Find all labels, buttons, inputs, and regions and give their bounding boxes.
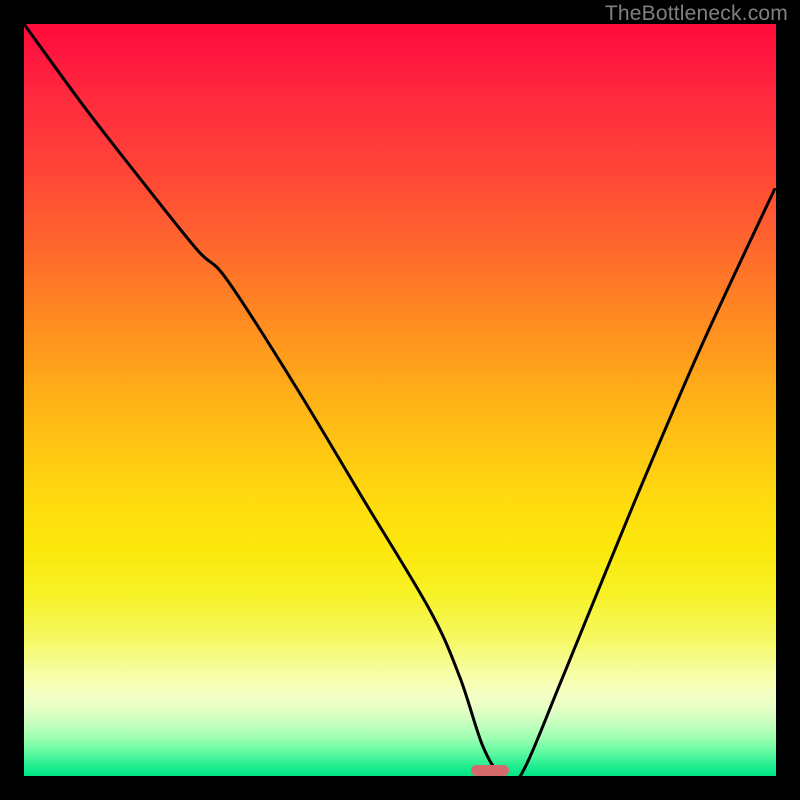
watermark-text: TheBottleneck.com bbox=[605, 2, 788, 26]
chart-frame: TheBottleneck.com bbox=[0, 0, 800, 800]
line-curve-svg bbox=[24, 24, 776, 776]
plot-area bbox=[24, 24, 776, 776]
bottleneck-curve bbox=[24, 24, 775, 776]
balance-point-marker bbox=[471, 765, 509, 776]
